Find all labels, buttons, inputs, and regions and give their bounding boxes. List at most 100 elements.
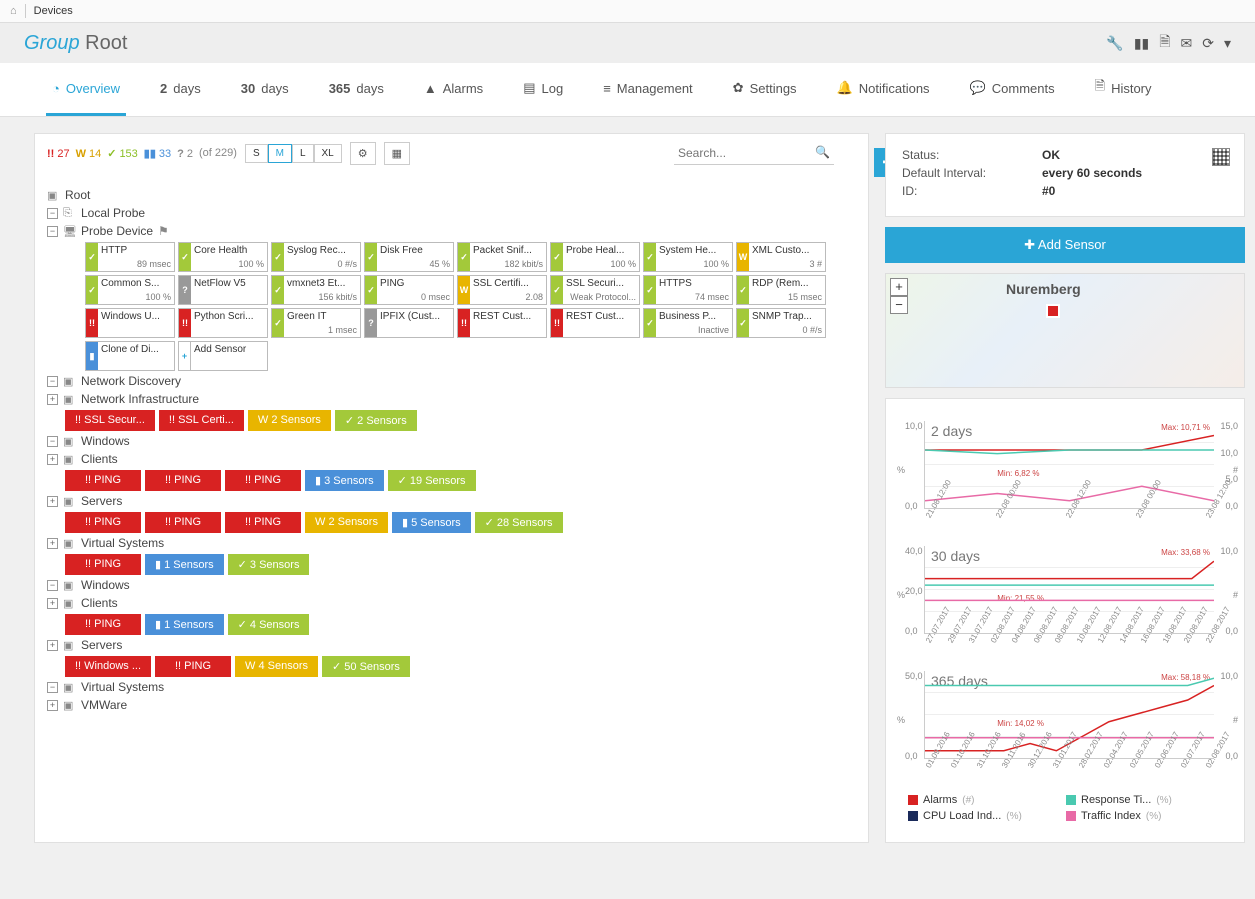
tab-settings[interactable]: ✿Settings xyxy=(727,63,803,116)
badge-ping[interactable]: !! PING xyxy=(65,470,141,491)
collapse-icon[interactable]: − xyxy=(47,682,58,693)
badge-ping[interactable]: !! PING xyxy=(145,512,221,533)
tab-365days[interactable]: 365days xyxy=(323,63,390,116)
sensor-tile[interactable]: !!REST Cust... xyxy=(457,308,547,338)
expand-icon[interactable]: + xyxy=(47,454,58,465)
sensor-tile[interactable]: !!Python Scri... xyxy=(178,308,268,338)
tab-notifications[interactable]: 🔔Notifications xyxy=(831,63,936,116)
badge-ping[interactable]: !! PING xyxy=(65,614,141,635)
node-probe-device[interactable]: −🖥Probe Device⚑ xyxy=(47,223,854,239)
badge-b3[interactable]: ▮ 3 Sensors xyxy=(305,470,384,491)
zoom-in[interactable]: + xyxy=(890,278,908,296)
zoom-out[interactable]: − xyxy=(890,296,908,314)
map-pin[interactable] xyxy=(1046,304,1060,318)
sensor-tile[interactable]: ✓HTTP89 msec xyxy=(85,242,175,272)
count-up[interactable]: ✓153 xyxy=(107,147,138,160)
home-icon[interactable]: ⌂ xyxy=(10,5,17,17)
badge-w2[interactable]: W 2 Sensors xyxy=(248,410,331,431)
chart-2days[interactable]: 2 days10,00,015,010,05,00,0%#Max: 10,71 … xyxy=(924,421,1214,509)
tab-2days[interactable]: 2days xyxy=(154,63,207,116)
badge-ping[interactable]: !! PING xyxy=(145,470,221,491)
sensor-tile[interactable]: ✓System He...100 % xyxy=(643,242,733,272)
badge-g50[interactable]: ✓ 50 Sensors xyxy=(322,656,410,677)
node-root[interactable]: ▣Root xyxy=(47,187,854,203)
badge-ping[interactable]: !! PING xyxy=(155,656,231,677)
node-windows[interactable]: −▣Windows xyxy=(47,433,854,449)
collapse-icon[interactable]: − xyxy=(47,376,58,387)
size-xl[interactable]: XL xyxy=(314,144,342,163)
wrench-icon[interactable]: 🔧 xyxy=(1106,35,1123,52)
refresh-icon[interactable]: ⟳ xyxy=(1202,35,1214,52)
sensor-tile[interactable]: ✓vmxnet3 Et...156 kbit/s xyxy=(271,275,361,305)
node-virtual-systems-2[interactable]: −▣Virtual Systems xyxy=(47,679,854,695)
tab-log[interactable]: ▤Log xyxy=(517,63,569,116)
badge-ping[interactable]: !! PING xyxy=(65,554,141,575)
expand-icon[interactable]: + xyxy=(47,640,58,651)
sensor-tile[interactable]: WXML Custo...3 # xyxy=(736,242,826,272)
sensor-tile[interactable]: ✓RDP (Rem...15 msec xyxy=(736,275,826,305)
search-input[interactable] xyxy=(674,142,834,165)
sensor-tile[interactable]: ?NetFlow V5 xyxy=(178,275,268,305)
node-clients-2[interactable]: +▣Clients xyxy=(47,595,854,611)
sensor-tile[interactable]: ✓Syslog Rec...0 #/s xyxy=(271,242,361,272)
badge-ssl-secur[interactable]: !! SSL Secur... xyxy=(65,410,155,431)
tab-management[interactable]: ≡Management xyxy=(597,63,698,116)
sensor-tile[interactable]: ✓Common S...100 % xyxy=(85,275,175,305)
badge-ping[interactable]: !! PING xyxy=(65,512,141,533)
tab-history[interactable]: 🗎History xyxy=(1089,63,1158,116)
sensor-tile[interactable]: ✓PING0 msec xyxy=(364,275,454,305)
expand-icon[interactable]: + xyxy=(47,538,58,549)
size-l[interactable]: L xyxy=(292,144,314,163)
sensor-tile[interactable]: ▮Clone of Di... xyxy=(85,341,175,371)
badge-g19[interactable]: ✓ 19 Sensors xyxy=(388,470,476,491)
device-tree[interactable]: ▣Root −⎘Local Probe −🖥Probe Device⚑ ✓HTT… xyxy=(47,185,864,715)
collapse-icon[interactable]: − xyxy=(47,208,58,219)
node-clients[interactable]: +▣Clients xyxy=(47,451,854,467)
collapse-icon[interactable]: − xyxy=(47,226,58,237)
sensor-tile[interactable]: !!REST Cust... xyxy=(550,308,640,338)
count-unknown[interactable]: ?2 xyxy=(177,147,193,160)
badge-w2[interactable]: W 2 Sensors xyxy=(305,512,388,533)
sensor-tile[interactable]: ✓SSL Securi...Weak Protocol... xyxy=(550,275,640,305)
sensor-tile[interactable]: ?IPFIX (Cust... xyxy=(364,308,454,338)
node-servers[interactable]: +▣Servers xyxy=(47,493,854,509)
expand-icon[interactable]: + xyxy=(47,496,58,507)
count-paused[interactable]: ▮▮33 xyxy=(144,147,171,160)
node-windows-2[interactable]: −▣Windows xyxy=(47,577,854,593)
size-m[interactable]: M xyxy=(268,144,292,163)
expand-icon[interactable]: + xyxy=(47,598,58,609)
sensor-tile[interactable]: +Add Sensor xyxy=(178,341,268,371)
sensor-tile[interactable]: ✓Business P...Inactive xyxy=(643,308,733,338)
badge-ping[interactable]: !! PING xyxy=(225,512,301,533)
collapse-icon[interactable]: − xyxy=(47,580,58,591)
badge-ssl-certi[interactable]: !! SSL Certi... xyxy=(159,410,244,431)
map[interactable]: +− Nuremberg xyxy=(885,273,1245,388)
sensor-tile[interactable]: ✓Disk Free45 % xyxy=(364,242,454,272)
sensor-tile[interactable]: !!Windows U... xyxy=(85,308,175,338)
expand-icon[interactable]: + xyxy=(47,700,58,711)
node-network-infra[interactable]: +▣Network Infrastructure xyxy=(47,391,854,407)
badge-windows[interactable]: !! Windows ... xyxy=(65,656,151,677)
count-down[interactable]: !!27 xyxy=(47,147,70,160)
tab-30days[interactable]: 30days xyxy=(235,63,295,116)
sensor-tile[interactable]: ✓HTTPS74 msec xyxy=(643,275,733,305)
menu-caret-icon[interactable]: ▾ xyxy=(1224,35,1231,52)
sensor-tile[interactable]: ✓SNMP Trap...0 #/s xyxy=(736,308,826,338)
badge-b1[interactable]: ▮ 1 Sensors xyxy=(145,554,224,575)
settings-button[interactable]: ⚙ xyxy=(350,142,376,165)
badge-g4[interactable]: ✓ 4 Sensors xyxy=(228,614,310,635)
badge-g3[interactable]: ✓ 3 Sensors xyxy=(228,554,310,575)
collapse-icon[interactable]: − xyxy=(47,436,58,447)
search-icon[interactable]: 🔍 xyxy=(815,145,830,159)
node-network-discovery[interactable]: −▣Network Discovery xyxy=(47,373,854,389)
badge-g28[interactable]: ✓ 28 Sensors xyxy=(475,512,563,533)
tab-overview[interactable]: ◔Overview xyxy=(46,63,126,116)
sensor-tile[interactable]: ✓Probe Heal...100 % xyxy=(550,242,640,272)
badge-ping[interactable]: !! PING xyxy=(225,470,301,491)
expand-icon[interactable]: + xyxy=(47,394,58,405)
sensor-tile[interactable]: ✓Packet Snif...182 kbit/s xyxy=(457,242,547,272)
badge-w4[interactable]: W 4 Sensors xyxy=(235,656,318,677)
tab-alarms[interactable]: ▲Alarms xyxy=(418,63,489,116)
breadcrumb-devices[interactable]: Devices xyxy=(34,5,73,17)
tab-comments[interactable]: 💬Comments xyxy=(964,63,1061,116)
